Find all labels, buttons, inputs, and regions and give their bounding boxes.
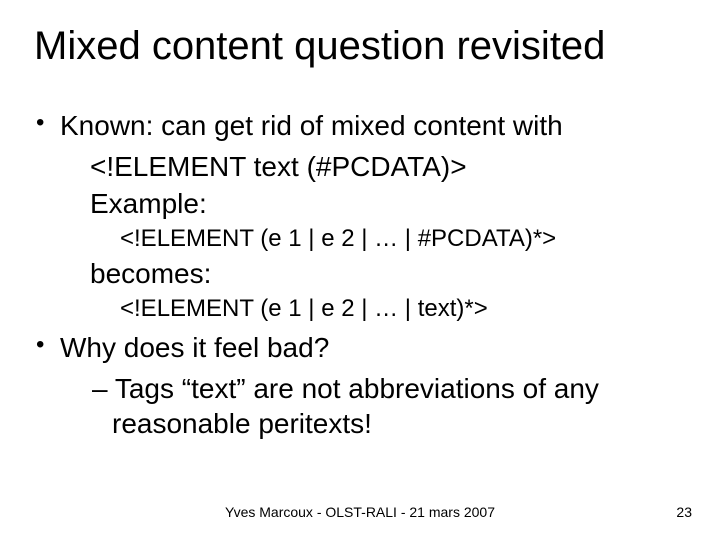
line-becomes: becomes: xyxy=(34,256,686,291)
slide: Mixed content question revisited Known: … xyxy=(0,0,720,540)
bullet-known: Known: can get rid of mixed content with xyxy=(34,108,686,143)
line-element-textstar: <!ELEMENT (e 1 | e 2 | … | text)*> xyxy=(34,293,686,324)
line-element-text: <!ELEMENT text (#PCDATA)> xyxy=(34,149,686,184)
footer-page-number: 23 xyxy=(676,504,692,520)
sub-bullet-tags: Tags “text” are not abbreviations of any… xyxy=(34,371,686,441)
sub-bullet-tags-text: Tags “text” are not abbreviations of any… xyxy=(112,373,599,439)
line-element-pcdata: <!ELEMENT (e 1 | e 2 | … | #PCDATA)*> xyxy=(34,223,686,254)
slide-title: Mixed content question revisited xyxy=(34,24,686,68)
bullet-why: Why does it feel bad? xyxy=(34,330,686,365)
line-example: Example: xyxy=(34,186,686,221)
footer-author-date: Yves Marcoux - OLST-RALI - 21 mars 2007 xyxy=(0,504,720,520)
